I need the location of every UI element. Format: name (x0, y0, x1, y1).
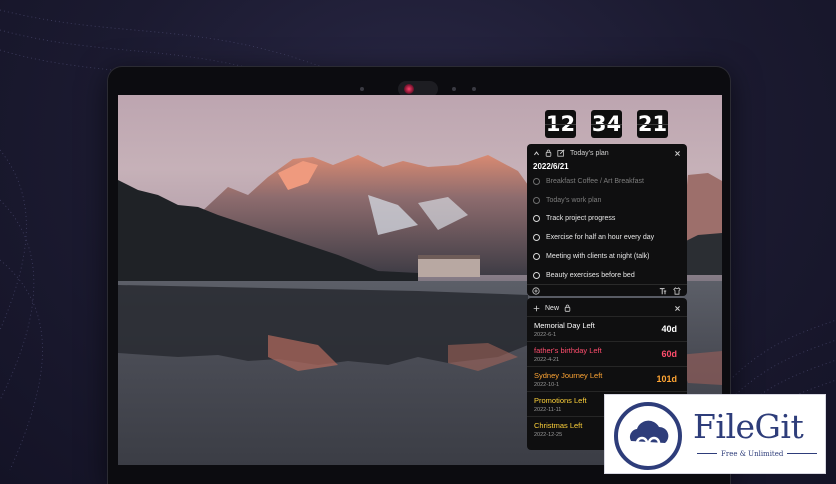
countdown-item[interactable]: Memorial Day Left 2022-6-1 40d (527, 316, 687, 341)
countdown-header: New (533, 301, 681, 315)
text-size-icon[interactable] (659, 287, 667, 295)
camera-bar (108, 75, 730, 97)
task-label: Track project progress (546, 214, 616, 222)
countdown-date: 2022-12-25 (534, 432, 563, 438)
clock-minutes: 34 (591, 110, 622, 138)
task-item[interactable]: Today's work plan (533, 194, 601, 206)
countdown-name: Sydney Journey Left (534, 371, 603, 380)
task-checkbox[interactable] (533, 177, 540, 185)
countdown-name: Promotions Left (534, 396, 587, 405)
sensor-dot (472, 87, 476, 91)
task-label: Meeting with clients at night (talk) (546, 252, 650, 260)
countdown-item[interactable]: father's birthday Left 2022-4-21 60d (527, 341, 687, 366)
close-icon[interactable] (674, 150, 681, 157)
filegit-badge: FileGit Free & Unlimited (604, 394, 826, 474)
task-checkbox[interactable] (533, 196, 540, 204)
task-label: Beauty exercises before bed (546, 271, 635, 279)
task-checkbox[interactable] (533, 214, 540, 222)
shirt-icon[interactable] (673, 287, 681, 295)
countdown-days: 101d (656, 374, 677, 384)
new-button[interactable]: New (545, 305, 559, 312)
task-item[interactable]: Beauty exercises before bed (533, 269, 635, 281)
task-checkbox[interactable] (533, 271, 540, 279)
plan-header: Today's plan (533, 147, 681, 159)
countdown-date: 2022-4-21 (534, 357, 560, 363)
countdown-name: father's birthday Left (534, 346, 602, 355)
countdown-date: 2022-10-1 (534, 382, 560, 388)
filegit-title: FileGit (693, 407, 804, 446)
plan-title: Today's plan (570, 149, 609, 157)
plan-date: 2022/6/21 (533, 162, 569, 171)
task-checkbox[interactable] (533, 233, 540, 241)
plan-toolbar (527, 284, 687, 296)
edit-icon[interactable] (557, 149, 565, 157)
countdown-name: Christmas Left (534, 421, 583, 430)
task-label: Exercise for half an hour every day (546, 233, 655, 241)
sensor-dot (360, 87, 364, 91)
close-icon[interactable] (674, 305, 681, 312)
task-item[interactable]: Track project progress (533, 212, 615, 224)
task-label: Today's work plan (546, 196, 602, 204)
lock-icon[interactable] (545, 149, 552, 157)
todays-plan-widget: Today's plan 2022/6/21 Breakfast Coffee … (527, 144, 687, 296)
plus-icon[interactable] (533, 305, 540, 312)
countdown-days: 60d (661, 349, 677, 359)
countdown-date: 2022-6-1 (534, 332, 557, 338)
countdown-days: 40d (661, 324, 677, 334)
clock-seconds: 21 (637, 110, 668, 138)
filegit-logo-icon (614, 402, 682, 470)
task-item[interactable]: Exercise for half an hour every day (533, 231, 654, 243)
countdown-date: 2022-11-11 (534, 407, 562, 413)
filegit-subtitle: Free & Unlimited (717, 450, 788, 458)
chevron-up-icon[interactable] (533, 150, 540, 157)
task-item[interactable]: Breakfast Coffee / Art Breakfast (533, 175, 644, 187)
task-item[interactable]: Meeting with clients at night (talk) (533, 250, 650, 262)
add-icon[interactable] (532, 287, 540, 295)
countdown-item[interactable]: Sydney Journey Left 2022-10-1 101d (527, 366, 687, 391)
lock-icon[interactable] (564, 304, 571, 312)
countdown-name: Memorial Day Left (534, 321, 595, 330)
task-label: Breakfast Coffee / Art Breakfast (546, 177, 644, 185)
sensor-dot (452, 87, 456, 91)
clock-hours: 12 (545, 110, 576, 138)
task-checkbox[interactable] (533, 252, 540, 260)
